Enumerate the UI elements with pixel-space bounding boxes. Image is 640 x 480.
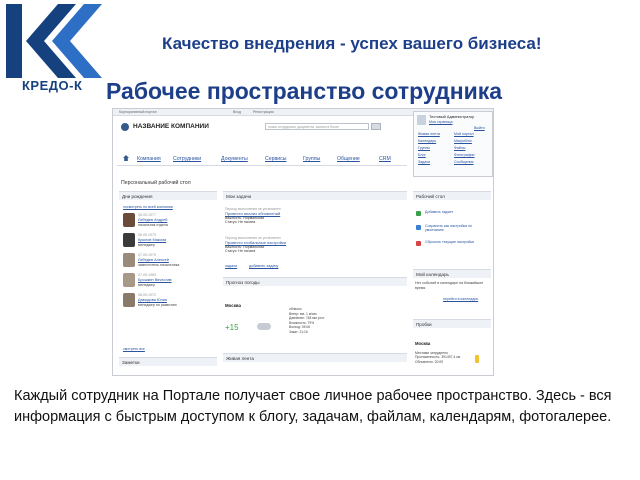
- nav-groups[interactable]: Группы: [303, 156, 320, 162]
- weather-temp: +15: [225, 323, 239, 332]
- calendar-text: Нет событий в календаре на ближайшее вре…: [415, 281, 484, 290]
- avatar: [123, 213, 135, 227]
- birthday-date: 08.05.1972: [138, 293, 156, 297]
- user-link-messages[interactable]: Сообщения: [454, 160, 474, 164]
- add-gadget-label: Добавить гаджет: [425, 210, 454, 214]
- cloud-icon: [257, 323, 271, 330]
- list-item[interactable]: 07.05.1983 Брошкин Вячеслав менеджер: [123, 273, 217, 292]
- user-link-portal[interactable]: Мой портал: [454, 132, 474, 136]
- save-defaults-label: Сохранить как настройки по умолчанию: [425, 224, 473, 233]
- nav-documents[interactable]: Документы: [221, 156, 248, 162]
- user-link-photos[interactable]: Фотографии: [454, 153, 475, 157]
- page-title: Рабочее пространство сотрудника: [106, 78, 503, 104]
- slogan: Качество внедрения - успех вашего бизнес…: [162, 34, 542, 53]
- user-link-logout[interactable]: Выйти: [474, 126, 485, 130]
- user-link-microblog[interactable]: Микроблог: [454, 139, 472, 143]
- calendar-link[interactable]: перейти в календарь: [443, 297, 478, 301]
- list-item[interactable]: 07.05.1979 Лебедев Алексей заместитель н…: [123, 253, 217, 272]
- portal-screenshot: Корпоративный портал Вход Регистрация НА…: [112, 108, 494, 376]
- weather-widget: Москва +15 облачно Ветер: юв, 1 м/сек Да…: [225, 303, 325, 334]
- user-link-calendar[interactable]: Календарь: [418, 139, 436, 143]
- birthday-name[interactable]: Брошкин Вячеслав: [138, 278, 172, 282]
- user-link-groups[interactable]: Группы: [418, 146, 430, 150]
- add-task-link[interactable]: добавить задачу: [249, 264, 278, 268]
- company-name: НАЗВАНИЕ КОМПАНИИ: [133, 123, 209, 130]
- user-name: Тестовый Администратор: [429, 115, 475, 119]
- birthday-role: заместитель начальника: [138, 263, 180, 267]
- save-icon: [416, 225, 421, 230]
- plus-icon: [416, 211, 421, 216]
- add-gadget-button[interactable]: Добавить гаджет: [413, 209, 487, 222]
- nav-services[interactable]: Сервисы: [265, 156, 287, 162]
- birthday-date: 07.05.1983: [138, 273, 156, 277]
- birthdays-header: Дни рождения: [119, 191, 217, 200]
- birthdays-all-link[interactable]: посмотреть по всей компании: [123, 205, 173, 209]
- birthday-role: менеджер по развитию: [138, 303, 177, 307]
- birthday-name[interactable]: Лебедев Алексей: [138, 258, 169, 262]
- birthday-date: 06.05.1979: [138, 233, 156, 237]
- search-button[interactable]: [371, 123, 381, 130]
- list-item[interactable]: 06.05.1977 Лебедев Андрей начальник отде…: [123, 213, 217, 232]
- user-link-blog[interactable]: Блог: [418, 153, 426, 157]
- avatar: [123, 273, 135, 287]
- birthday-role: менеджер: [138, 283, 155, 287]
- logo-text: КРЕДО-К: [22, 78, 83, 93]
- notes-header: Заметки: [119, 357, 217, 366]
- kredo-k-logo: КРЕДО-К: [6, 4, 102, 96]
- task-status: Статус: Не начата: [225, 220, 256, 224]
- weather-details: облачно Ветер: юв, 1 м/сек Давление: 748…: [289, 307, 325, 334]
- birthdays-more-link[interactable]: смотреть все: [123, 347, 145, 351]
- tasks-header: Мои задачи: [223, 191, 407, 200]
- birthday-role: начальник отдела: [138, 223, 168, 227]
- topbar-register[interactable]: Регистрация: [253, 110, 273, 114]
- section-title: Персональный рабочий стол: [121, 180, 191, 186]
- traffic-light-icon: [475, 355, 479, 363]
- tasks-link[interactable]: задачи: [225, 264, 237, 268]
- user-link-tasks[interactable]: Задачи: [418, 160, 430, 164]
- topbar-login[interactable]: Вход: [233, 110, 241, 114]
- birthday-name[interactable]: Давыдова Юлия: [138, 298, 167, 302]
- nav-communication[interactable]: Общение: [337, 156, 360, 162]
- user-link-files[interactable]: Файлы: [454, 146, 465, 150]
- reset-settings-button[interactable]: Сбросить текущие настройки: [413, 239, 487, 252]
- nav-company[interactable]: Компания: [137, 156, 161, 162]
- company-logo-icon: [121, 123, 129, 131]
- desk-header: Рабочий стол: [413, 191, 491, 200]
- portal-nav: Компания Сотрудники Документы Сервисы Гр…: [117, 153, 407, 166]
- list-item[interactable]: 08.05.1972 Давыдова Юлия менеджер по раз…: [123, 293, 217, 312]
- task-item[interactable]: Период выполнения не установлен Провести…: [225, 207, 335, 224]
- birthday-name[interactable]: Лебедев Андрей: [138, 218, 167, 222]
- avatar: [123, 253, 135, 267]
- task-item[interactable]: Период выполнения не установлен Провести…: [225, 236, 335, 253]
- search-input[interactable]: поиск сотрудника, документа, записи в бл…: [265, 123, 369, 130]
- birthday-date: 07.05.1979: [138, 253, 156, 257]
- nav-employees[interactable]: Сотрудники: [173, 156, 201, 162]
- nav-crm[interactable]: CRM: [379, 156, 391, 162]
- birthday-date: 06.05.1977: [138, 213, 156, 217]
- task-status: Статус: Не начата: [225, 249, 256, 253]
- weather-header: Прогноз погоды: [223, 277, 407, 286]
- feed-header: Живая лента: [223, 353, 407, 362]
- traffic-header: Пробки: [413, 319, 491, 328]
- home-icon[interactable]: [123, 155, 129, 161]
- weather-city: Москва: [225, 303, 242, 308]
- avatar: [123, 293, 135, 307]
- reset-icon: [416, 241, 421, 246]
- topbar-title: Корпоративный портал: [119, 110, 157, 114]
- caption-text: Каждый сотрудник на Портале получает сво…: [14, 388, 612, 425]
- user-panel: Тестовый Администратор Моя страница Жива…: [413, 111, 493, 177]
- calendar-header: Мой календарь: [413, 269, 491, 278]
- traffic-city: Москва: [415, 341, 431, 346]
- save-defaults-button[interactable]: Сохранить как настройки по умолчанию: [413, 223, 487, 236]
- user-avatar: [417, 115, 426, 125]
- traffic-info: Местами затруднено Протяженность: 391497…: [415, 351, 461, 364]
- avatar: [123, 233, 135, 247]
- birthday-name[interactable]: Крылов Максим: [138, 238, 166, 242]
- user-link-my-page[interactable]: Моя страница: [429, 120, 452, 124]
- birthday-role: менеджер: [138, 243, 155, 247]
- list-item[interactable]: 06.05.1979 Крылов Максим менеджер: [123, 233, 217, 252]
- user-link-feed[interactable]: Живая лента: [418, 132, 440, 136]
- reset-settings-label: Сбросить текущие настройки: [425, 240, 474, 244]
